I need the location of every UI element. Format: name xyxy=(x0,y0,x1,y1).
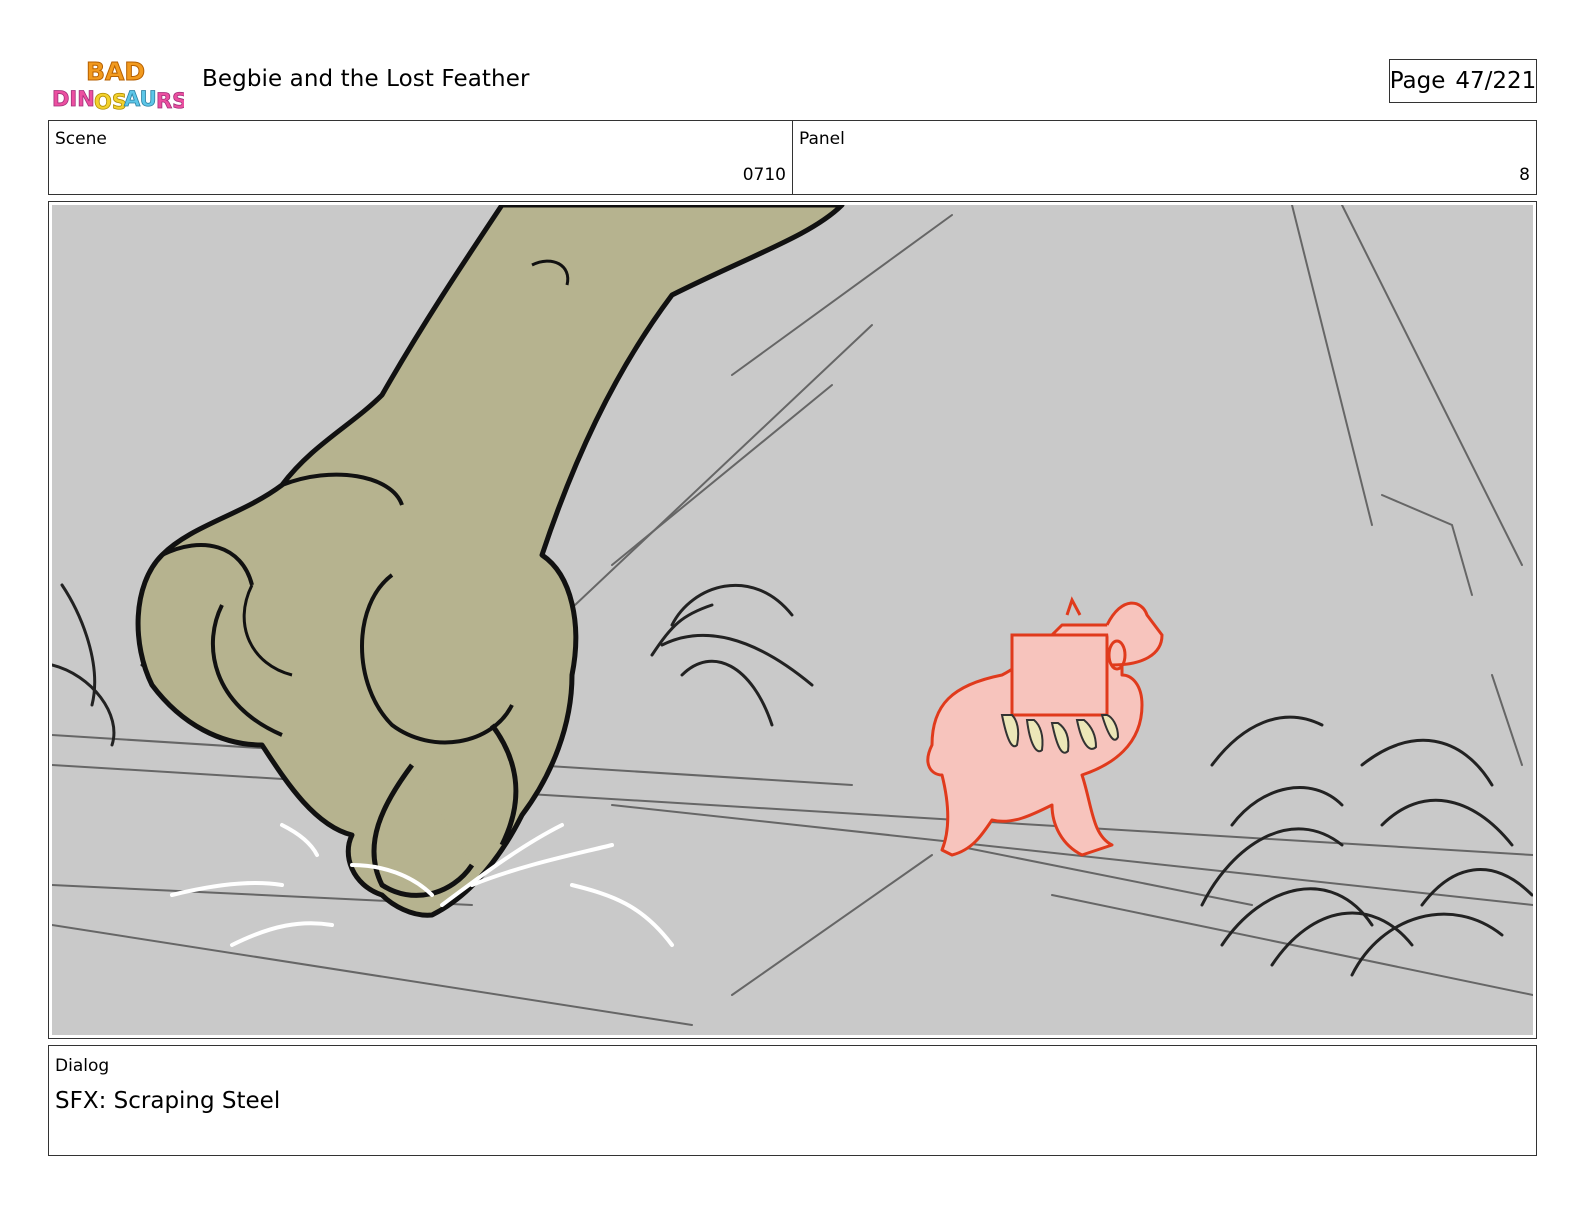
logo-image: BAD DIN OS AU RS xyxy=(52,57,184,113)
panel-label: Panel xyxy=(799,129,845,149)
svg-text:OS: OS xyxy=(94,90,127,112)
page-indicator: Page 47/221 xyxy=(1389,59,1537,103)
document-title: Begbie and the Lost Feather xyxy=(202,66,530,92)
svg-text:RS: RS xyxy=(156,89,184,112)
scene-value: 0710 xyxy=(742,165,786,185)
dialog-label: Dialog xyxy=(55,1056,110,1076)
scene-cell: Scene 0710 xyxy=(49,121,792,194)
storyboard-sketch xyxy=(52,205,1533,1035)
panel-value: 8 xyxy=(1519,165,1530,185)
svg-text:AU: AU xyxy=(124,87,157,111)
page-number: 47/221 xyxy=(1455,68,1537,94)
svg-text:DIN: DIN xyxy=(52,87,95,111)
page-label: Page xyxy=(1389,68,1446,94)
svg-text:BAD: BAD xyxy=(86,57,145,86)
storyboard-panel xyxy=(48,201,1537,1039)
scene-label: Scene xyxy=(55,129,107,149)
bad-dinosaurs-logo: BAD DIN OS AU RS xyxy=(52,54,184,113)
scene-panel-row: Scene 0710 Panel 8 xyxy=(48,120,1537,195)
dino-head-block xyxy=(1010,633,1109,717)
panel-drawing xyxy=(52,205,1533,1035)
dialog-box: Dialog SFX: Scraping Steel xyxy=(48,1045,1537,1156)
dialog-text: SFX: Scraping Steel xyxy=(55,1088,281,1114)
panel-cell: Panel 8 xyxy=(792,121,1536,194)
